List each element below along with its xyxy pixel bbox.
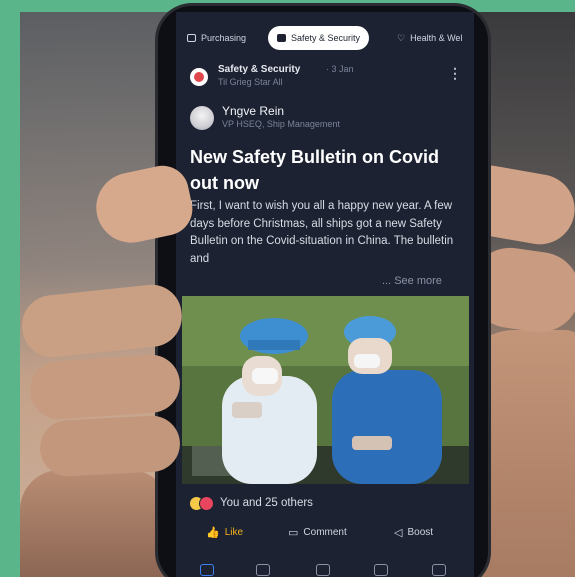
boost-button[interactable]: ◁ Boost (394, 526, 433, 539)
tab-label: Health & Wel (410, 33, 463, 43)
like-label: Like (224, 527, 244, 538)
chat-nav-icon[interactable] (256, 564, 270, 576)
post-actions: 👍 Like ▭ Comment ◁ Boost (176, 522, 474, 548)
post-time: · 3 Jan (326, 64, 354, 74)
post-image[interactable] (182, 296, 469, 484)
category-tabs: Purchasing Safety & Security ♡ Health & … (176, 20, 474, 52)
layers-nav-icon[interactable] (374, 564, 388, 576)
workers-in-ppe-image (182, 296, 469, 484)
tab-health-wellbeing[interactable]: ♡ Health & Wel (388, 26, 471, 50)
left-palm (20, 470, 170, 577)
avatar[interactable] (190, 106, 214, 130)
post-header: Safety & Security · 3 Jan Til Grieg Star… (190, 62, 462, 98)
comment-icon: ▭ (288, 527, 299, 539)
comment-label: Comment (303, 527, 347, 538)
tab-label: Safety & Security (291, 33, 361, 43)
reactions-text: You and 25 others (220, 497, 313, 509)
tab-label: Purchasing (201, 33, 247, 43)
post-audience: Til Grieg Star All (218, 77, 283, 87)
tab-safety-security[interactable]: Safety & Security (268, 26, 370, 50)
lock-icon (277, 34, 286, 42)
boost-label: Boost (407, 527, 434, 538)
author-role: VP HSEQ, Ship Management (222, 119, 340, 129)
heart-reaction-icon (199, 495, 214, 511)
add-nav-icon[interactable] (316, 564, 330, 576)
bottom-navigation (176, 560, 474, 577)
reactions-summary[interactable]: You and 25 others (190, 495, 313, 511)
photo-frame: Purchasing Safety & Security ♡ Health & … (0, 0, 575, 577)
category-icon (190, 68, 208, 86)
tab-purchasing[interactable]: Purchasing (178, 26, 255, 50)
folder-icon (187, 34, 196, 42)
feed-nav-icon[interactable] (200, 564, 214, 576)
more-options-icon[interactable]: ⋮ (448, 66, 462, 82)
left-finger (28, 352, 182, 422)
comment-button[interactable]: ▭ Comment (288, 526, 347, 539)
settings-nav-icon[interactable] (432, 564, 446, 576)
like-button[interactable]: 👍 Like (206, 526, 243, 539)
post-body: First, I want to wish you all a happy ne… (190, 200, 454, 265)
boost-icon: ◁ (394, 527, 403, 539)
author-name[interactable]: Yngve Rein (222, 104, 284, 118)
phone-screen: Purchasing Safety & Security ♡ Health & … (176, 12, 474, 577)
heart-icon: ♡ (397, 32, 406, 43)
post-author: Yngve Rein VP HSEQ, Ship Management (190, 104, 460, 138)
see-more-link[interactable]: ... See more (382, 275, 442, 287)
post-category[interactable]: Safety & Security (218, 64, 300, 75)
thumbs-up-icon: 👍 (206, 527, 220, 539)
post-title: New Safety Bulletin on Covid out now (190, 147, 440, 193)
left-finger (38, 414, 182, 478)
